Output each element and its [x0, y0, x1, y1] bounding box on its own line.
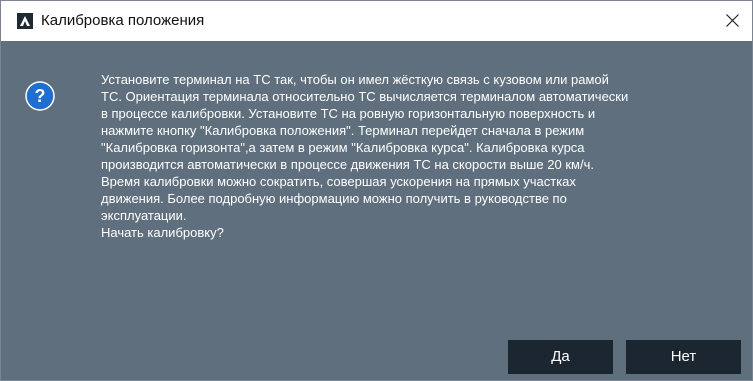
message-line: в процессе калибровки. Установите ТС на … — [101, 106, 596, 121]
question-icon: ? — [25, 81, 55, 111]
message-line: Время калибровки можно сократить, соверш… — [101, 174, 576, 189]
window-title: Калибровка положения — [41, 12, 205, 29]
close-button[interactable] — [712, 1, 752, 41]
message-line: производится автоматически в процессе дв… — [101, 157, 594, 172]
title-bar: Калибровка положения — [1, 1, 752, 41]
message-line: нажмите кнопку "Калибровка положения". Т… — [101, 123, 585, 138]
message-line: Установите терминал на ТС так, чтобы он … — [101, 72, 609, 87]
message-text: Установите терминал на ТС так, чтобы он … — [101, 71, 741, 241]
calibration-dialog: Калибровка положения ? Установите термин… — [0, 0, 753, 381]
dialog-body: ? Установите терминал на ТС так, чтобы о… — [1, 41, 752, 380]
svg-text:?: ? — [35, 86, 46, 106]
message-line: ТС. Ориентация терминала относительно ТС… — [101, 89, 629, 104]
app-logo-icon — [17, 13, 33, 29]
message-line: "Калибровка горизонта",а затем в режим "… — [101, 140, 585, 155]
close-icon — [726, 14, 739, 27]
message-line: движения. Более подробную информацию мож… — [101, 191, 567, 206]
message-line: эксплуатации. — [101, 208, 187, 223]
no-button[interactable]: Нет — [626, 340, 741, 374]
yes-button[interactable]: Да — [508, 340, 613, 374]
message-line: Начать калибровку? — [101, 225, 224, 240]
